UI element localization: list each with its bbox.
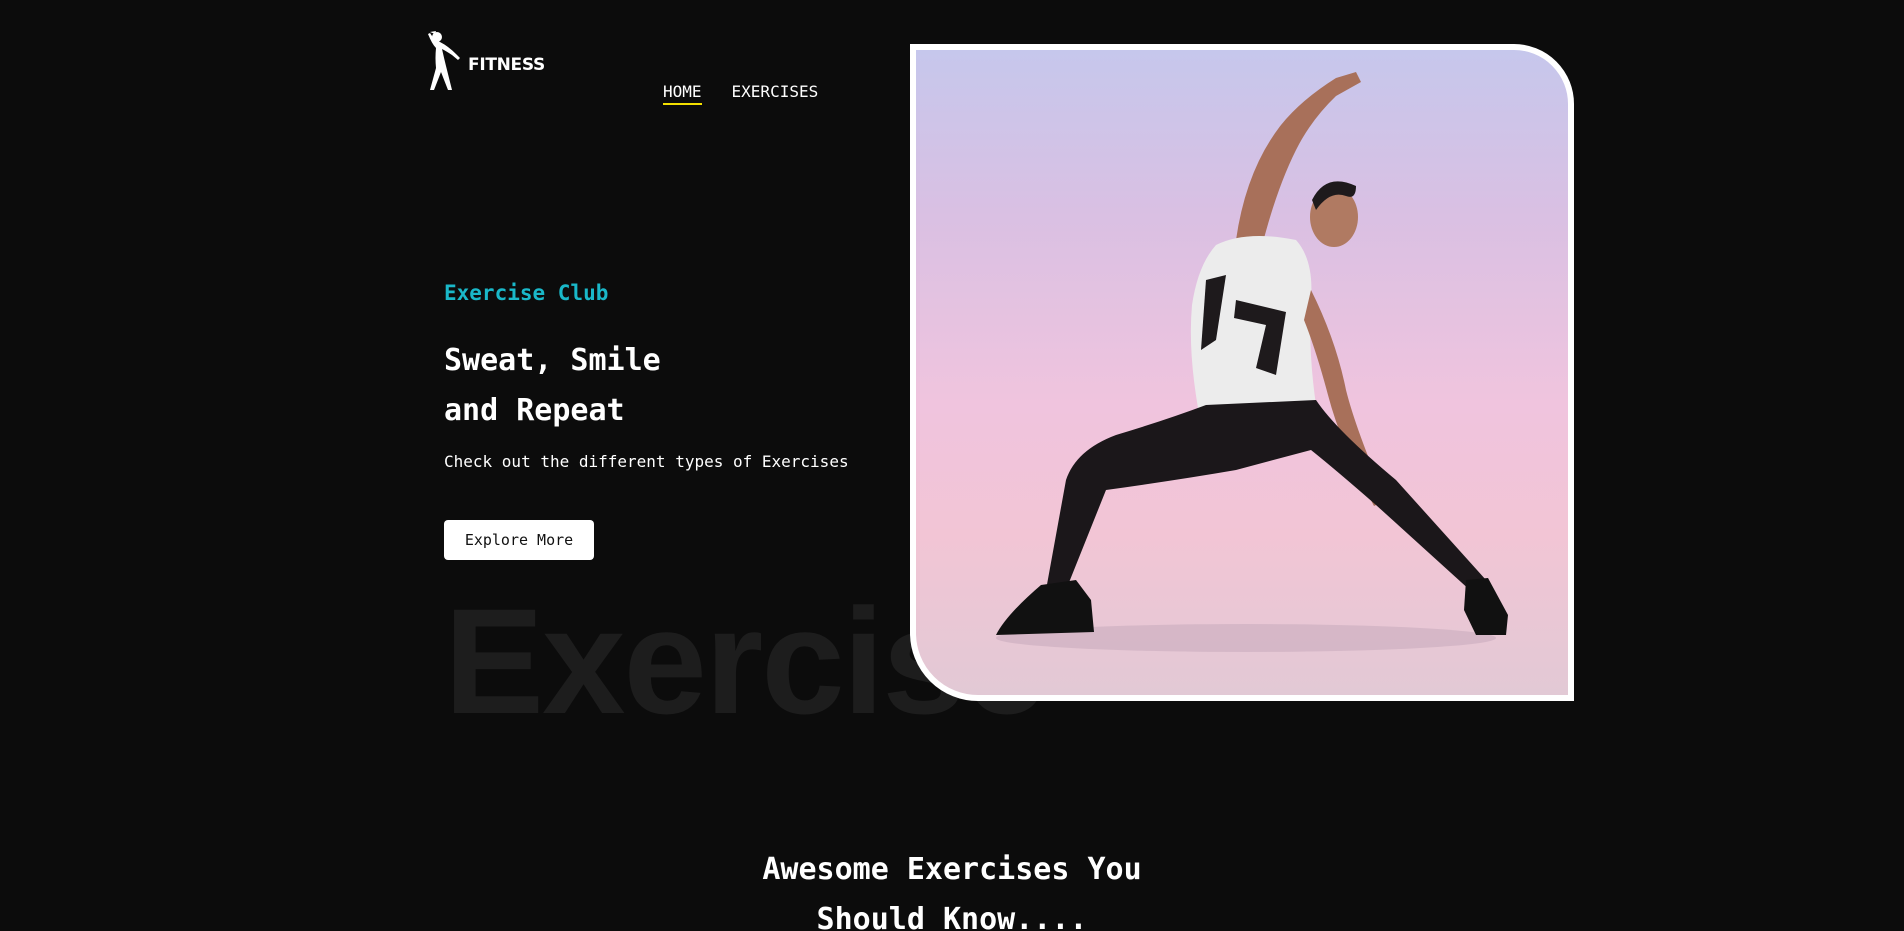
hero-title-line-1: Sweat, Smile <box>444 343 661 378</box>
section-title-line-1: Awesome Exercises You <box>762 852 1142 887</box>
nav-home-link[interactable]: HOME <box>663 82 702 105</box>
nav-exercises-link[interactable]: EXERCISES <box>732 82 819 105</box>
hero-title-line-2: and Repeat <box>444 393 625 428</box>
brand-name: FITNESS <box>468 55 545 75</box>
section-title-line-2: Should Know.... <box>816 902 1088 931</box>
hero-photo <box>910 44 1574 701</box>
main-nav: HOME EXERCISES <box>663 82 818 105</box>
section-title: Awesome Exercises You Should Know.... <box>0 845 1904 931</box>
hero-eyebrow: Exercise Club <box>444 281 609 305</box>
brand-logo[interactable]: FITNESS <box>426 28 548 98</box>
hero-subtitle: Check out the different types of Exercis… <box>444 452 849 471</box>
hero-title: Sweat, Smile and Repeat <box>444 336 661 436</box>
explore-more-button[interactable]: Explore More <box>444 520 594 560</box>
stretching-figure-icon <box>426 28 472 98</box>
